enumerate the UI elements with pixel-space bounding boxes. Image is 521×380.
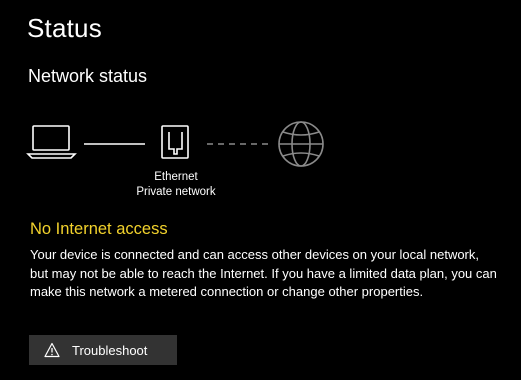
adapter-name: Ethernet — [154, 171, 198, 183]
laptop-icon — [26, 125, 77, 159]
network-diagram-graphic — [26, 121, 324, 167]
globe-icon — [278, 121, 324, 167]
warning-triangle-icon — [44, 342, 60, 358]
connectivity-status: No Internet access — [30, 220, 168, 238]
ethernet-port-icon — [161, 125, 189, 159]
network-profile: Private network — [136, 186, 216, 198]
connectivity-description: Your device is connected and can access … — [30, 247, 497, 299]
network-status-heading: Network status — [28, 66, 148, 86]
troubleshoot-button[interactable]: Troubleshoot — [29, 335, 177, 365]
network-diagram: Ethernet Private network — [0, 112, 521, 206]
troubleshoot-label: Troubleshoot — [72, 342, 148, 358]
page-title: Status — [27, 13, 102, 43]
